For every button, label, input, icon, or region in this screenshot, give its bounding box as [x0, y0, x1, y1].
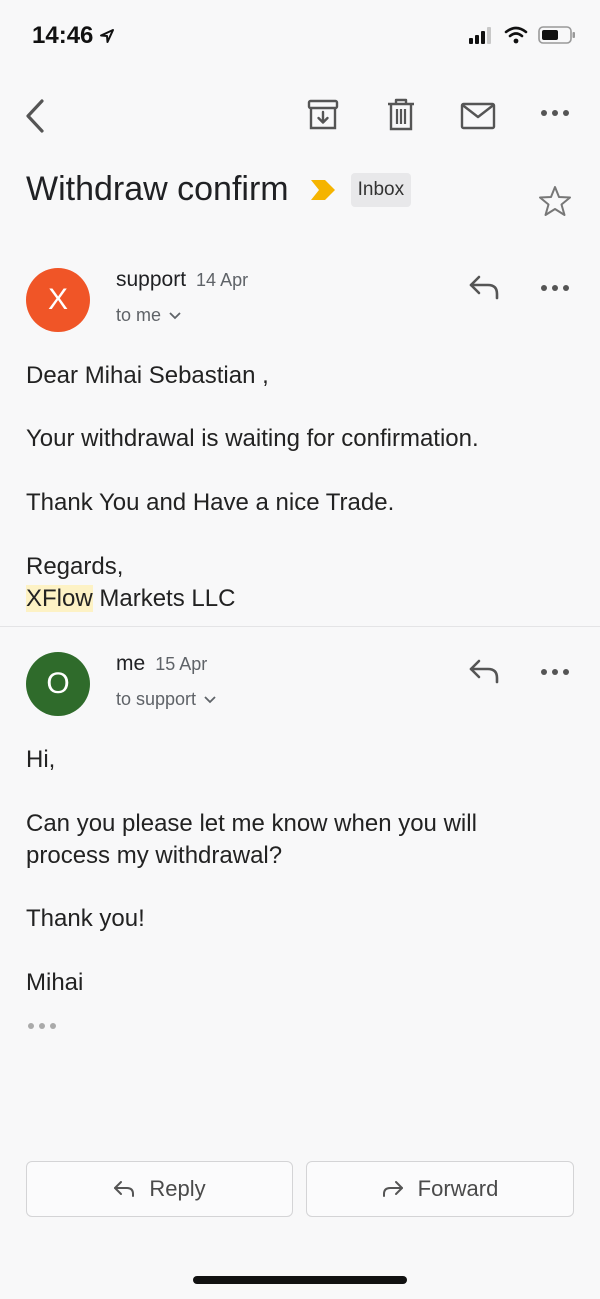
message-header[interactable]: me 15 Apr: [116, 652, 207, 676]
chevron-down-icon: [204, 695, 216, 703]
more-horizontal-icon: [541, 669, 569, 675]
status-time: 14:46: [32, 22, 115, 50]
reply-icon: [469, 659, 499, 684]
archive-button[interactable]: [306, 98, 340, 132]
avatar-letter: X: [47, 283, 68, 316]
inbox-label-chip[interactable]: Inbox: [350, 172, 412, 207]
star-button[interactable]: [538, 184, 572, 218]
more-horizontal-icon: [541, 110, 569, 116]
message-header[interactable]: support 14 Apr: [116, 268, 248, 292]
important-marker-icon[interactable]: [309, 178, 337, 202]
message-body-line: Thank You and Have a nice Trade.: [26, 489, 395, 516]
home-indicator[interactable]: [193, 1276, 407, 1284]
recipients-text: to me: [116, 305, 162, 325]
sender-name: support: [116, 268, 187, 291]
mail-icon: [460, 102, 496, 130]
reply-button[interactable]: Reply: [26, 1161, 293, 1217]
forward-icon: [382, 1181, 403, 1197]
reply-icon-button[interactable]: [468, 658, 500, 684]
message-date: 15 Apr: [155, 654, 208, 674]
message-more-button[interactable]: [540, 283, 570, 293]
message-body-line: Hi,: [26, 746, 56, 773]
archive-icon: [307, 99, 339, 130]
message-date: 14 Apr: [196, 270, 249, 290]
avatar[interactable]: O: [26, 652, 90, 716]
reply-icon: [114, 1181, 135, 1197]
email-subject-row: Withdraw confirm Inbox: [26, 170, 412, 209]
recipients-toggle[interactable]: to me: [116, 305, 181, 326]
status-time-text: 14:46: [32, 22, 94, 49]
message-body-line: Can you please let me know when you will: [26, 810, 477, 837]
back-button[interactable]: [22, 98, 50, 134]
forward-button[interactable]: Forward: [306, 1161, 574, 1217]
battery-icon: [538, 26, 575, 44]
star-icon: [539, 186, 571, 216]
chevron-down-icon: [169, 311, 181, 319]
email-subject: Withdraw confirm: [26, 170, 289, 208]
message-divider: [0, 626, 600, 627]
message-body-line: Regards,: [26, 553, 124, 580]
cellular-signal-icon: [469, 27, 491, 44]
more-horizontal-icon: [541, 285, 569, 291]
message-more-button[interactable]: [540, 667, 570, 677]
chevron-left-icon: [26, 99, 44, 133]
location-arrow-icon: [100, 29, 115, 43]
message-body-line: Dear Mihai Sebastian ,: [26, 362, 269, 389]
signature-highlight: XFlow: [26, 585, 93, 612]
ellipsis-icon: [28, 1023, 56, 1029]
wifi-icon: [504, 26, 528, 44]
show-trimmed-content-button[interactable]: [27, 1021, 57, 1031]
more-options-button[interactable]: [540, 108, 570, 118]
reply-label: Reply: [149, 1176, 206, 1201]
message-body-line: Mihai: [26, 969, 84, 996]
message-body-line: Thank you!: [26, 905, 145, 932]
message-body-line: process my withdrawal?: [26, 842, 283, 869]
reply-icon: [469, 275, 499, 300]
forward-label: Forward: [417, 1176, 499, 1201]
signature-rest: Markets LLC: [92, 585, 236, 612]
signature-line: XFlow Markets LLC: [26, 583, 235, 614]
delete-button[interactable]: [386, 98, 416, 132]
recipients-text: to support: [116, 689, 197, 709]
reply-icon-button[interactable]: [468, 274, 500, 300]
recipients-toggle[interactable]: to support: [116, 689, 216, 710]
avatar[interactable]: X: [26, 268, 90, 332]
sender-name: me: [116, 652, 146, 675]
avatar-letter: O: [46, 667, 70, 700]
message-body-line: Your withdrawal is waiting for confirmat…: [26, 425, 479, 452]
trash-icon: [388, 98, 414, 131]
status-indicators: [468, 26, 576, 44]
mark-unread-button[interactable]: [460, 102, 496, 130]
